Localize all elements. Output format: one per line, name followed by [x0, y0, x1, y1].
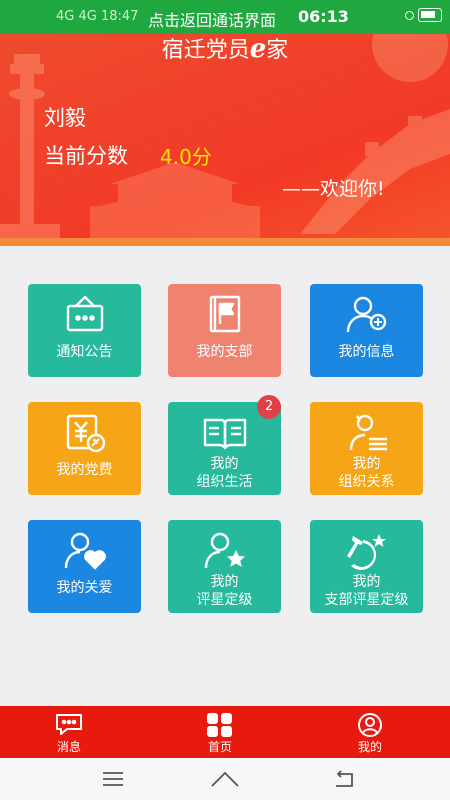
tile-branch-rating-label-2: 支部评星定级: [324, 592, 409, 608]
tab-messages[interactable]: 消息: [29, 706, 109, 758]
welcome-text: ——欢迎你!: [282, 178, 385, 200]
tile-dues[interactable]: 我的党费: [28, 402, 141, 495]
user-star-icon: [168, 530, 281, 572]
tile-notice-label: 通知公告: [56, 344, 113, 360]
app-title-e: e: [249, 34, 267, 64]
tab-home-label: 首页: [207, 740, 232, 754]
back-icon[interactable]: [323, 766, 363, 792]
status-time: 06:13: [298, 7, 349, 26]
tile-org-life-label-1: 我的: [210, 456, 239, 472]
user-name: 刘毅: [44, 106, 86, 130]
tile-org-life-label-2: 组织生活: [196, 474, 253, 490]
battery-icon: [418, 8, 442, 22]
status-icons: [405, 8, 442, 22]
score-value: 4.0分: [160, 145, 212, 169]
tab-mine[interactable]: 我的: [330, 706, 410, 758]
tile-rating-label-2: 评星定级: [196, 592, 253, 608]
tile-org-relation[interactable]: 我的 组织关系: [310, 402, 423, 495]
user-circle-icon: [330, 712, 410, 738]
home-grid-icon: [180, 712, 260, 738]
tile-info-label: 我的信息: [338, 344, 395, 360]
tile-branch-rating-label-1: 我的: [352, 574, 381, 590]
system-nav-bar: [0, 758, 450, 800]
tab-messages-label: 消息: [56, 740, 81, 754]
yuan-party-icon: [28, 412, 141, 454]
unread-badge: 2: [257, 395, 281, 419]
tab-home[interactable]: 首页: [180, 706, 260, 758]
home-icon[interactable]: [205, 766, 245, 792]
app-title-suffix: 家: [266, 38, 289, 63]
banner-stripe: [0, 238, 450, 246]
user-heart-icon: [28, 530, 141, 572]
tile-rating[interactable]: 我的 评星定级: [168, 520, 281, 613]
tab-mine-label: 我的: [357, 740, 382, 754]
message-icon: [29, 712, 109, 738]
tile-rating-label-1: 我的: [210, 574, 239, 590]
tile-dues-label: 我的党费: [56, 462, 113, 478]
status-bar: 4G 4G 18:47 点击返回通话界面 06:13: [0, 0, 450, 34]
user-info-icon: [310, 294, 423, 336]
function-grid: 通知公告 我的支部 我的信息 我的党费 我的 组织生活 2 我的 组织关系 我的…: [0, 246, 450, 706]
app-title: 宿迁党员e家: [0, 34, 450, 64]
tile-org-relation-label-2: 组织关系: [338, 474, 395, 490]
header-banner: 宿迁党员e家 刘毅 当前分数 4.0分 ——欢迎你!: [0, 34, 450, 246]
bottom-tab-bar: 消息 首页 我的: [0, 706, 450, 758]
tile-info[interactable]: 我的信息: [310, 284, 423, 377]
tile-branch-rating[interactable]: 我的 支部评星定级: [310, 520, 423, 613]
users-list-icon: [310, 412, 423, 454]
app-title-prefix: 宿迁党员: [161, 38, 250, 63]
return-to-call-link[interactable]: 点击返回通话界面: [148, 7, 276, 31]
notice-board-icon: [28, 294, 141, 336]
status-left-text: 4G 4G 18:47: [56, 9, 139, 24]
flag-book-icon: [168, 294, 281, 336]
tile-care[interactable]: 我的关爱: [28, 520, 141, 613]
tile-org-relation-label-1: 我的: [352, 456, 381, 472]
hammer-sickle-star-icon: [310, 530, 423, 572]
tile-branch[interactable]: 我的支部: [168, 284, 281, 377]
menu-icon[interactable]: [93, 766, 133, 792]
score-label: 当前分数: [44, 144, 128, 168]
tile-branch-label: 我的支部: [196, 344, 253, 360]
tile-notice[interactable]: 通知公告: [28, 284, 141, 377]
alarm-icon: [405, 10, 414, 20]
tile-care-label: 我的关爱: [56, 580, 113, 596]
